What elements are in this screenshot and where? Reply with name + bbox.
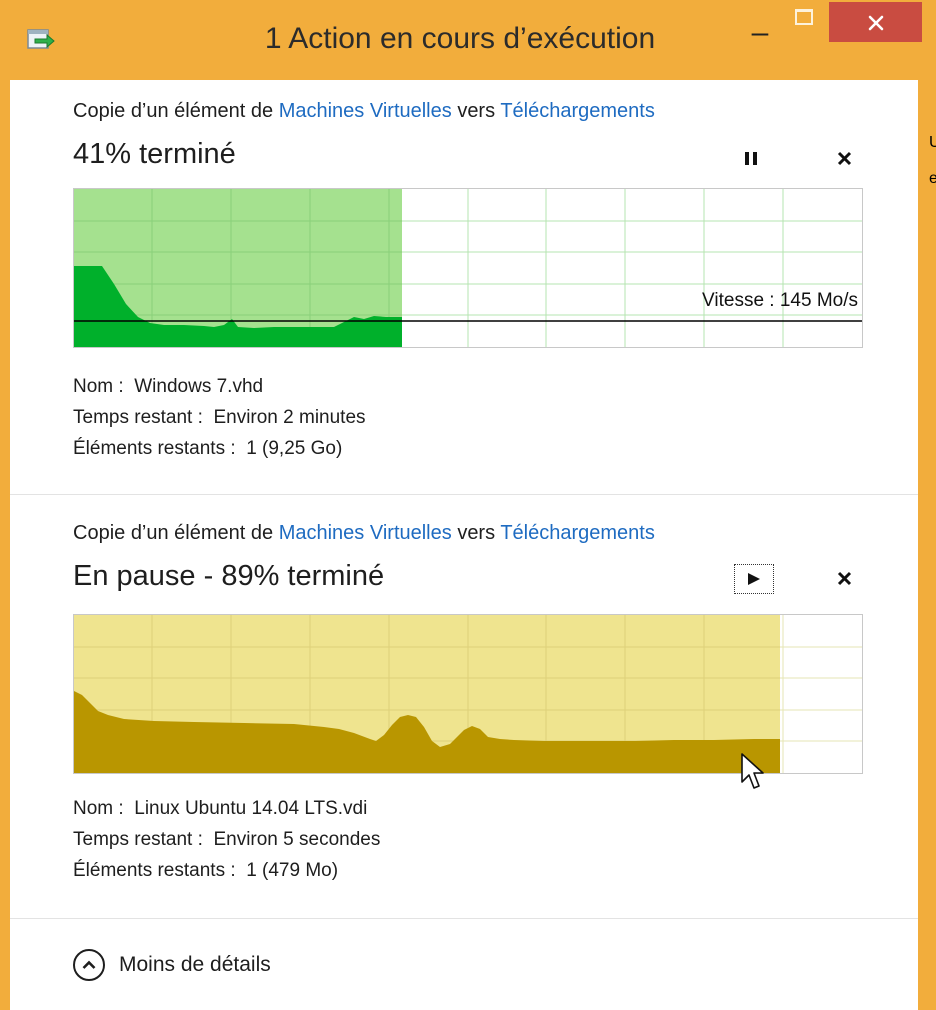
time-remaining-value: Environ 2 minutes	[213, 407, 366, 428]
cancel-copy-button[interactable]	[826, 144, 866, 174]
play-icon	[748, 573, 760, 585]
close-window-button[interactable]	[829, 2, 922, 42]
footer: Moins de détails	[10, 918, 918, 1010]
copy-connector: vers	[457, 100, 496, 122]
resume-button[interactable]	[734, 564, 774, 594]
copy-description: Copie d’un élément de Machines Virtuelle…	[73, 100, 655, 123]
close-icon	[837, 571, 852, 586]
background-text-fragment: e	[929, 170, 936, 187]
copy-prefix: Copie d’un élément de	[73, 100, 274, 122]
transfer-speed-graph: Vitesse : 145 Mo/s	[73, 188, 863, 348]
copy-progress-window: 1 Action en cours d’exécution – Copie d’…	[0, 0, 936, 1010]
time-remaining-label: Temps restant :	[73, 407, 203, 428]
close-icon	[868, 15, 884, 31]
fewer-details-button[interactable]: Moins de détails	[73, 948, 271, 982]
items-remaining-value: 1 (9,25 Go)	[246, 438, 343, 459]
source-link[interactable]: Machines Virtuelles	[279, 100, 452, 122]
name-value: Linux Ubuntu 14.04 LTS.vdi	[134, 798, 368, 819]
close-icon	[837, 151, 852, 166]
copy-operation: Copie d’un élément de Machines Virtuelle…	[10, 80, 918, 494]
source-link[interactable]: Machines Virtuelles	[279, 522, 452, 544]
chevron-up-icon	[73, 949, 105, 981]
minimize-button[interactable]: –	[738, 18, 782, 50]
fewer-details-label: Moins de détails	[119, 953, 271, 976]
time-remaining-label: Temps restant :	[73, 829, 203, 850]
destination-link[interactable]: Téléchargements	[500, 522, 655, 544]
pause-button[interactable]	[732, 144, 772, 174]
background-text-fragment: U	[929, 134, 936, 151]
window-title: 1 Action en cours d’exécution	[264, 22, 656, 55]
copy-prefix: Copie d’un élément de	[73, 522, 274, 544]
file-details: Nom : Linux Ubuntu 14.04 LTS.vdi Temps r…	[73, 798, 380, 891]
maximize-icon	[795, 9, 813, 25]
maximize-button[interactable]	[792, 3, 822, 33]
progress-status: En pause - 89% terminé	[73, 560, 385, 592]
name-label: Nom :	[73, 376, 124, 397]
transfer-speed-graph	[73, 614, 863, 774]
items-remaining-label: Éléments restants :	[73, 438, 236, 459]
file-details: Nom : Windows 7.vhd Temps restant : Envi…	[73, 376, 366, 469]
name-label: Nom :	[73, 798, 124, 819]
file-copy-icon	[27, 29, 55, 49]
time-remaining-value: Environ 5 secondes	[213, 829, 381, 850]
mouse-cursor-icon	[741, 753, 764, 789]
title-bar[interactable]: 1 Action en cours d’exécution –	[0, 0, 936, 80]
items-remaining-label: Éléments restants :	[73, 860, 236, 881]
copy-connector: vers	[457, 522, 496, 544]
window-content: Copie d’un élément de Machines Virtuelle…	[10, 80, 918, 1010]
pause-icon	[745, 152, 757, 165]
copy-operation: Copie d’un élément de Machines Virtuelle…	[10, 494, 918, 918]
name-value: Windows 7.vhd	[134, 376, 264, 397]
copy-description: Copie d’un élément de Machines Virtuelle…	[73, 522, 655, 545]
speed-label: Vitesse : 145 Mo/s	[702, 290, 858, 311]
destination-link[interactable]: Téléchargements	[500, 100, 655, 122]
items-remaining-value: 1 (479 Mo)	[246, 860, 339, 881]
cancel-copy-button[interactable]	[826, 564, 866, 594]
progress-status: 41% terminé	[73, 138, 236, 170]
